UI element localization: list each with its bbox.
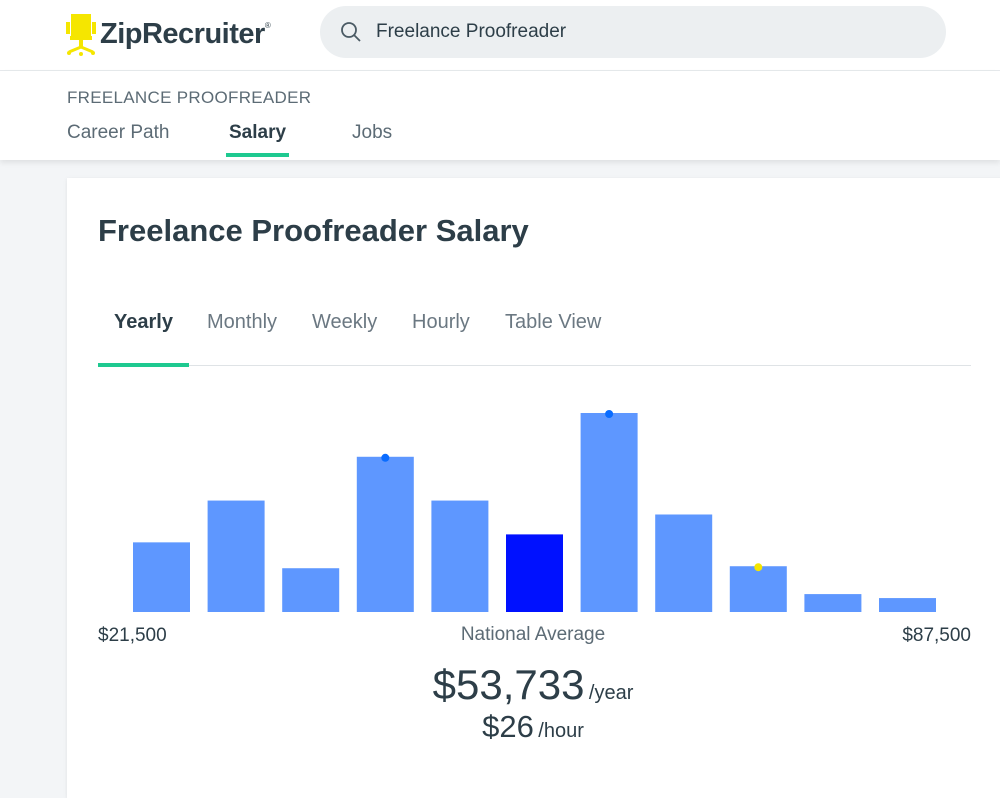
yearly-unit: /year (588, 682, 634, 704)
histogram-bar-national-average[interactable] (506, 534, 563, 612)
tab-jobs[interactable]: Jobs (352, 122, 392, 153)
search-input[interactable] (374, 20, 918, 44)
average-hourly: $26 /hour (67, 709, 999, 745)
histogram-bar[interactable] (207, 500, 265, 612)
logo-registered: ® (264, 20, 271, 30)
histogram-bar[interactable] (580, 413, 638, 612)
bar-marker-dot (754, 563, 763, 572)
histogram-bar[interactable] (804, 594, 862, 612)
bar-marker-dot (381, 453, 390, 462)
average-yearly-value: $53,733 (432, 661, 585, 708)
ziprecruiter-logo[interactable]: ZipRecruiter ® (66, 12, 271, 56)
histogram-bar[interactable] (729, 566, 787, 612)
chair-logo-icon (66, 14, 96, 56)
histogram-bar[interactable] (356, 456, 414, 612)
breadcrumb: FREELANCE PROOFREADER (67, 88, 312, 107)
histogram-bar[interactable] (655, 514, 713, 612)
average-yearly: $53,733 /year (67, 661, 999, 709)
search-icon[interactable] (340, 21, 362, 43)
top-bar: ZipRecruiter ® (0, 0, 1000, 71)
search-bar[interactable] (320, 6, 946, 58)
tab-career-path[interactable]: Career Path (67, 122, 169, 153)
histogram-bar[interactable] (282, 568, 340, 612)
tab-salary[interactable]: Salary (226, 122, 290, 157)
salary-card: Freelance Proofreader Salary Yearly Mont… (67, 178, 1000, 798)
average-hourly-value: $26 (482, 709, 534, 744)
logo-text: ZipRecruiter (100, 17, 265, 50)
salary-histogram (133, 410, 936, 612)
histogram-bar[interactable] (133, 542, 190, 612)
histogram-bar[interactable] (879, 598, 936, 612)
sub-navigation: FREELANCE PROOFREADER Career Path Salary… (0, 71, 1000, 160)
histogram-bar[interactable] (431, 500, 489, 612)
national-average-label: National Average (460, 624, 606, 645)
hourly-unit: /hour (538, 720, 584, 742)
bar-marker-dot (605, 410, 614, 418)
